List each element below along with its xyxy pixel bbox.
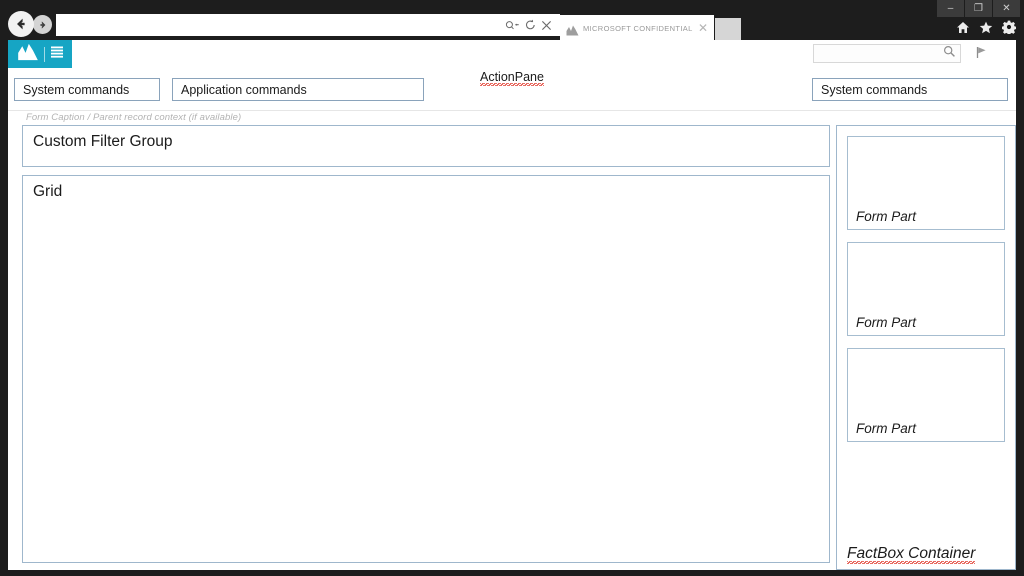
form-caption: Form Caption / Parent record context (if… [26,112,242,123]
system-commands-right[interactable]: System commands [812,78,1008,101]
grid[interactable]: Grid [22,175,830,563]
browser-toolbar-icons [956,20,1016,34]
factbox-container[interactable]: Form Part Form Part Form Part FactBox Co… [836,125,1016,570]
tab-title: MICROSOFT CONFIDENTIAL [583,23,693,33]
new-tab-button[interactable] [715,18,741,40]
tab-strip: MICROSOFT CONFIDENTIAL ✕ [560,13,741,40]
custom-filter-group[interactable]: Custom Filter Group [22,125,830,167]
back-arrow-icon [13,16,29,32]
action-pane-label: ActionPane [480,70,544,86]
form-part-label: Form Part [856,315,917,330]
app-navigation-bar [8,40,1016,68]
form-page: System commands Application commands Sys… [8,68,1016,570]
form-part-label: Form Part [856,421,917,436]
search-input[interactable] [813,44,961,63]
search-icon [943,45,956,63]
factbox-container-label: FactBox Container [847,545,976,564]
action-pane: System commands Application commands Sys… [8,68,1016,111]
system-commands-left[interactable]: System commands [14,78,160,101]
work-area: Custom Filter Group Grid Form Part Form … [8,125,1016,570]
flag-icon[interactable] [976,46,988,64]
form-part-3[interactable]: Form Part [847,348,1005,442]
close-button[interactable]: ✕ [993,0,1020,17]
nav-divider [43,46,45,62]
custom-filter-group-title: Custom Filter Group [33,133,173,150]
forward-arrow-icon [37,19,49,31]
close-icon[interactable]: ✕ [696,22,710,34]
window-controls: – ❐ ✕ [937,0,1020,17]
browser-window: MICROSOFT CONFIDENTIAL ✕ – ❐ ✕ System co… [0,0,1024,576]
tools-gear-icon[interactable] [1002,20,1016,34]
form-part-2[interactable]: Form Part [847,242,1005,336]
maximize-button[interactable]: ❐ [965,0,992,17]
home-icon[interactable] [956,21,970,34]
form-part-label: Form Part [856,209,917,224]
application-commands[interactable]: Application commands [172,78,424,101]
address-bar[interactable] [56,14,560,36]
dynamics-logo-icon [566,23,579,35]
nav-brand[interactable] [8,40,72,68]
main-column: Custom Filter Group Grid [22,125,830,570]
search-dropdown-icon[interactable] [505,19,520,32]
browser-tab[interactable]: MICROSOFT CONFIDENTIAL ✕ [560,15,714,40]
back-button[interactable] [8,11,34,37]
form-part-1[interactable]: Form Part [847,136,1005,230]
refresh-icon[interactable] [525,19,536,31]
address-bar-icons [505,19,559,32]
grid-title: Grid [33,183,63,200]
favorites-star-icon[interactable] [979,21,993,34]
stop-icon[interactable] [541,20,552,31]
factbox-container-label-text: FactBox Container [847,545,976,564]
dynamics-logo-icon [17,43,39,66]
browser-chrome: MICROSOFT CONFIDENTIAL ✕ – ❐ ✕ [0,0,1024,40]
minimize-button[interactable]: – [937,0,964,17]
action-pane-label-text: ActionPane [480,70,544,86]
hamburger-menu-icon[interactable] [50,45,64,64]
forward-button[interactable] [33,15,52,34]
